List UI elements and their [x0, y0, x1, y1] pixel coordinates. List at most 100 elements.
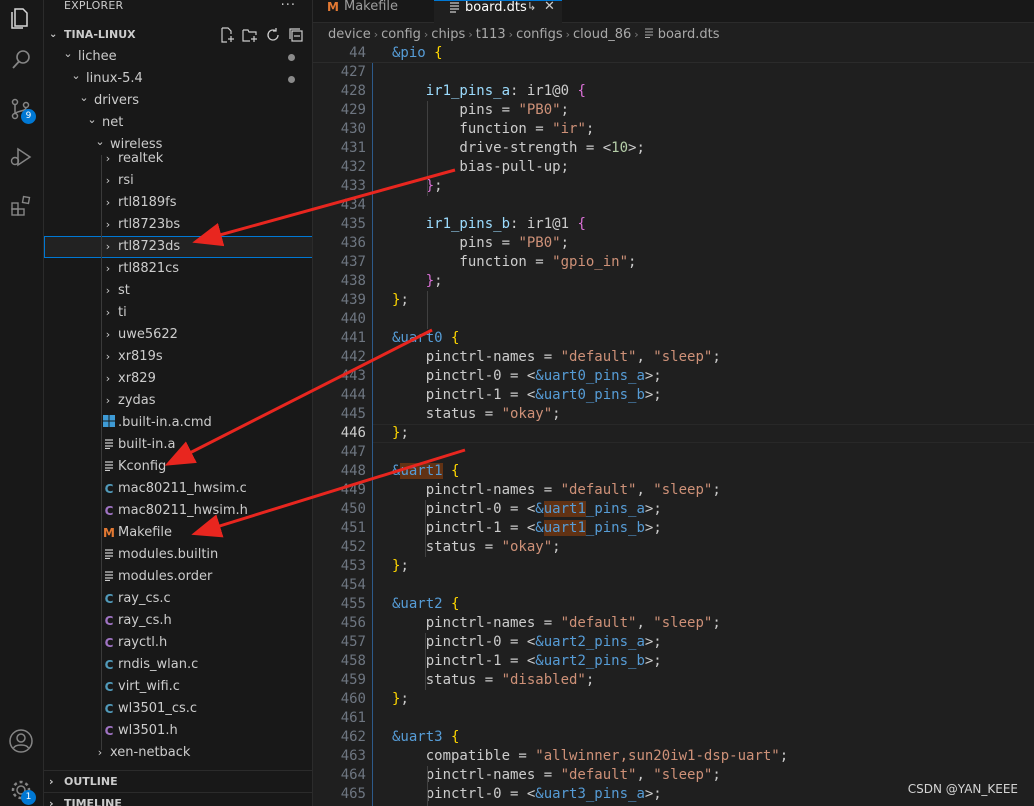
tree-item-label: Makefile [118, 525, 173, 540]
line-number: 439 [340, 292, 366, 308]
tree-file-virt-wifi-c[interactable]: Cvirt_wifi.c [44, 676, 312, 698]
tree-file-ray-cs-c[interactable]: Cray_cs.c [44, 588, 312, 610]
chevron-right-icon: › [565, 28, 571, 41]
file-lines-icon [644, 24, 654, 46]
breadcrumb-item[interactable]: cloud_86 [573, 24, 631, 46]
header-file-icon: C [104, 614, 114, 628]
tree-folder-xr819s[interactable]: › xr819s [44, 346, 312, 368]
search-icon[interactable] [7, 46, 35, 74]
indent-guide [425, 500, 426, 557]
code-line: 433 }; [313, 177, 1034, 196]
tree-file-mac80211-hwsim-c[interactable]: Cmac80211_hwsim.c [44, 478, 312, 500]
tree-folder-drivers[interactable]: ⌄ drivers [44, 90, 312, 112]
workspace-section-header[interactable]: ⌄ TINA-LINUX [44, 24, 312, 46]
editor-tab-bar: M Makefile board.dts ↳ ✕ [313, 0, 1034, 23]
tree-folder-rsi[interactable]: › rsi [44, 170, 312, 192]
line-number: 437 [340, 254, 366, 270]
tree-file-built-in-a-cmd[interactable]: .built-in.a.cmd [44, 412, 312, 434]
tree-item-label: linux-5.4 [86, 71, 143, 86]
tree-file-modules-builtin[interactable]: modules.builtin [44, 544, 312, 566]
code-line: 460}; [313, 690, 1034, 709]
windows-file-icon [102, 412, 116, 434]
timeline-section-header[interactable]: › TIMELINE [44, 792, 312, 806]
code-line: 430 function = "ir"; [313, 120, 1034, 139]
tree-file-rayctl-h[interactable]: Crayctl.h [44, 632, 312, 654]
tree-item-label: virt_wifi.c [118, 679, 180, 694]
outline-section-header[interactable]: › OUTLINE [44, 770, 312, 792]
accounts-icon[interactable] [7, 727, 35, 755]
tree-folder-realtek[interactable]: › realtek [44, 148, 312, 170]
line-number: 455 [340, 596, 366, 612]
chevron-right-icon: › [634, 28, 639, 41]
code-text: pinctrl-0 = <&uart3_pins_a>; [392, 786, 662, 802]
tab-makefile[interactable]: M Makefile [313, 0, 434, 23]
tree-file-rndis-wlan-c[interactable]: Crndis_wlan.c [44, 654, 312, 676]
tree-folder-rtl8189fs[interactable]: › rtl8189fs [44, 192, 312, 214]
tree-item-label: rtl8723ds [118, 239, 181, 254]
line-number: 465 [340, 786, 366, 802]
code-editor[interactable]: 44 &pio {427 428 ir1_pins_a: ir1@0 {429 pi… [313, 44, 1034, 806]
line-number: 429 [340, 102, 366, 118]
breadcrumb-item[interactable]: configs [516, 24, 563, 46]
tree-folder-uwe5622[interactable]: › uwe5622 [44, 324, 312, 346]
breadcrumb-item[interactable]: board.dts [658, 24, 720, 46]
tree-folder-lichee[interactable]: ⌄ lichee [44, 46, 312, 68]
chevron-right-icon: › [49, 797, 54, 806]
chevron-right-icon: › [105, 394, 111, 407]
pinned-icon: ↳ [527, 0, 537, 13]
tree-folder-rtl8723ds[interactable]: › rtl8723ds [44, 236, 312, 258]
code-text: status = "okay"; [392, 539, 561, 555]
line-number: 450 [340, 501, 366, 517]
tree-file-modules-order[interactable]: modules.order [44, 566, 312, 588]
chevron-right-icon: › [97, 746, 103, 759]
explorer-title: EXPLORER [64, 0, 124, 12]
chevron-right-icon: › [468, 28, 473, 41]
code-text: status = "disabled"; [392, 672, 595, 688]
tree-folder-zydas[interactable]: › zydas [44, 390, 312, 412]
explorer-icon[interactable] [7, 4, 35, 32]
tree-file-ray-cs-h[interactable]: Cray_cs.h [44, 610, 312, 632]
tree-file-mac80211-hwsim-h[interactable]: Cmac80211_hwsim.h [44, 500, 312, 522]
chevron-right-icon: › [105, 262, 111, 275]
tree-folder-ti[interactable]: › ti [44, 302, 312, 324]
tree-file-kconfig[interactable]: Kconfig [44, 456, 312, 478]
line-number: 446 [340, 425, 366, 441]
breadcrumb-item[interactable]: t113 [476, 24, 506, 46]
code-text: ir1_pins_b: ir1@1 { [425, 216, 586, 232]
run-debug-icon[interactable] [7, 143, 35, 171]
tree-folder-net[interactable]: ⌄ net [44, 112, 312, 134]
current-line-highlight [373, 424, 1034, 443]
code-line: 451 pinctrl-1 = <&uart1_pins_b>; [313, 519, 1034, 538]
chevron-right-icon: › [373, 28, 379, 41]
line-number: 430 [340, 121, 366, 137]
line-number: 442 [340, 349, 366, 365]
code-line: 439}; [313, 291, 1034, 310]
breadcrumb-item[interactable]: device [328, 24, 371, 46]
tree-file-wl3501-cs-c[interactable]: Cwl3501_cs.c [44, 698, 312, 720]
explorer-more-actions[interactable]: ··· [281, 0, 296, 13]
close-icon[interactable]: ✕ [544, 0, 555, 14]
tree-file-makefile[interactable]: M Makefile [44, 522, 312, 544]
tree-folder-xen-netback[interactable]: › xen-netback [44, 742, 312, 764]
activity-bar: 9 1 [0, 0, 44, 806]
line-number: 428 [340, 83, 366, 99]
sticky-scroll-line: 44 &pio { [313, 44, 1034, 63]
file-lines-icon [449, 1, 460, 17]
breadcrumb-item[interactable]: config [381, 24, 421, 46]
tree-folder-st[interactable]: › st [44, 280, 312, 302]
tree-file-built-in-a[interactable]: built-in.a [44, 434, 312, 456]
extensions-icon[interactable] [7, 192, 35, 220]
code-line: 446}; [313, 424, 1034, 443]
code-line: 445 status = "okay"; [313, 405, 1034, 424]
tree-file-wl3501-h[interactable]: Cwl3501.h [44, 720, 312, 742]
tree-folder-rtl8821cs[interactable]: › rtl8821cs [44, 258, 312, 280]
code-text: compatible = "allwinner,sun20iw1-dsp-uar… [392, 748, 789, 764]
line-number: 464 [340, 767, 366, 783]
header-file-icon: C [104, 504, 114, 518]
chevron-right-icon: › [105, 328, 111, 341]
tree-folder-rtl8723bs[interactable]: › rtl8723bs [44, 214, 312, 236]
breadcrumb-item[interactable]: chips [431, 24, 465, 46]
text-file-icon [102, 544, 116, 566]
tree-folder-xr829[interactable]: › xr829 [44, 368, 312, 390]
tab-board-dts[interactable]: board.dts ↳ ✕ [434, 0, 562, 23]
